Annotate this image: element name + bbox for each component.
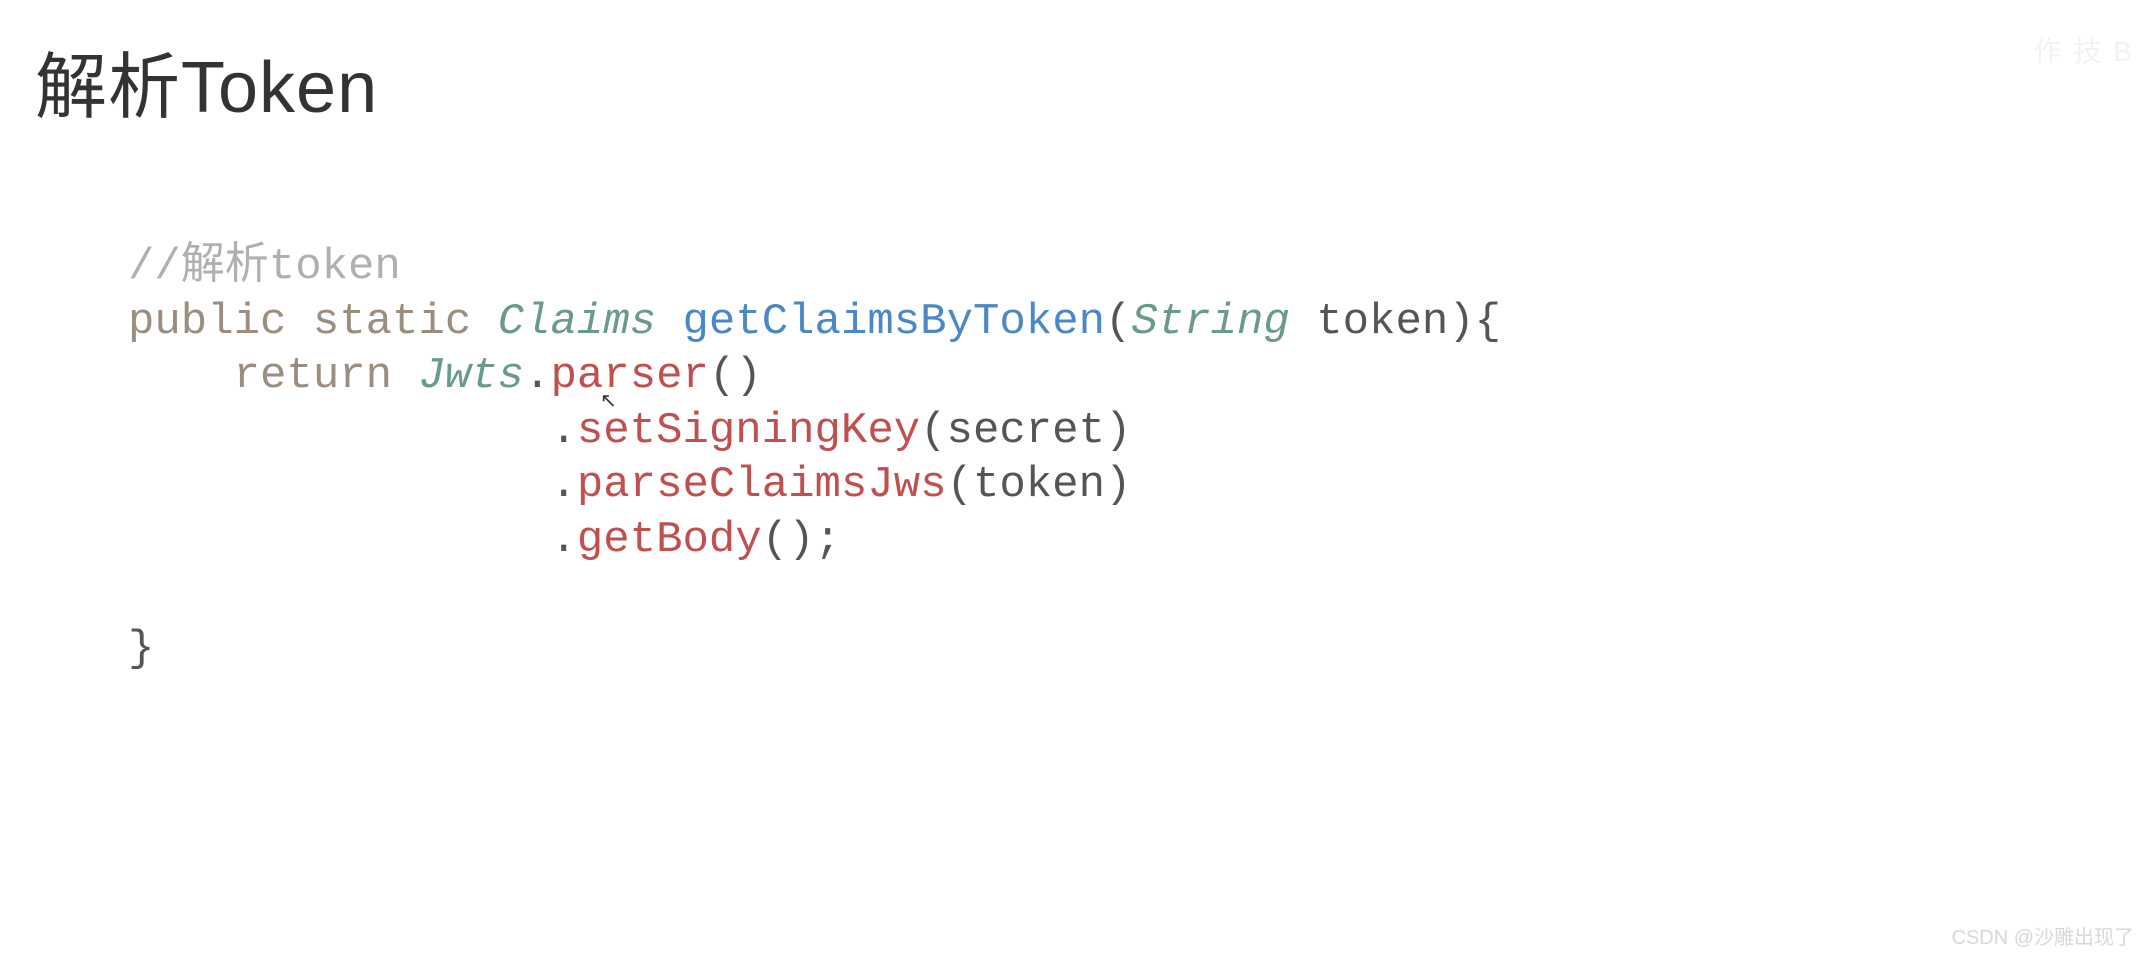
code-comment: //解析token (128, 242, 401, 292)
corner-watermark: 作 技 B (2034, 30, 2134, 70)
call-parser: parser (551, 351, 709, 401)
parens: () (709, 351, 762, 401)
call-parseclaimsjws: parseClaimsJws (577, 460, 947, 510)
code-snippet: //解析token public static Claims getClaims… (128, 240, 1501, 676)
args-token: (token) (947, 460, 1132, 510)
indent-dot: . (128, 406, 577, 456)
class-jwts: Jwts (418, 351, 524, 401)
brace-close: } (128, 624, 154, 674)
call-setsigningkey: setSigningKey (577, 406, 920, 456)
type-claims: Claims (498, 297, 656, 347)
watermark-text: CSDN @沙雕出现了 (1951, 921, 2134, 950)
method-name: getClaimsByToken (683, 297, 1105, 347)
args-secret: (secret) (920, 406, 1131, 456)
dot: . (524, 351, 550, 401)
kw-static: static (313, 297, 471, 347)
paren-open: ( (1105, 297, 1131, 347)
indent-dot: . (128, 515, 577, 565)
call-getbody: getBody (577, 515, 762, 565)
indent (128, 351, 234, 401)
type-string: String (1131, 297, 1289, 347)
kw-public: public (128, 297, 286, 347)
heading-title: 解析Token (35, 28, 378, 133)
args-empty: (); (762, 515, 841, 565)
indent-dot: . (128, 460, 577, 510)
kw-return: return (234, 351, 392, 401)
param-token: token){ (1290, 297, 1501, 347)
